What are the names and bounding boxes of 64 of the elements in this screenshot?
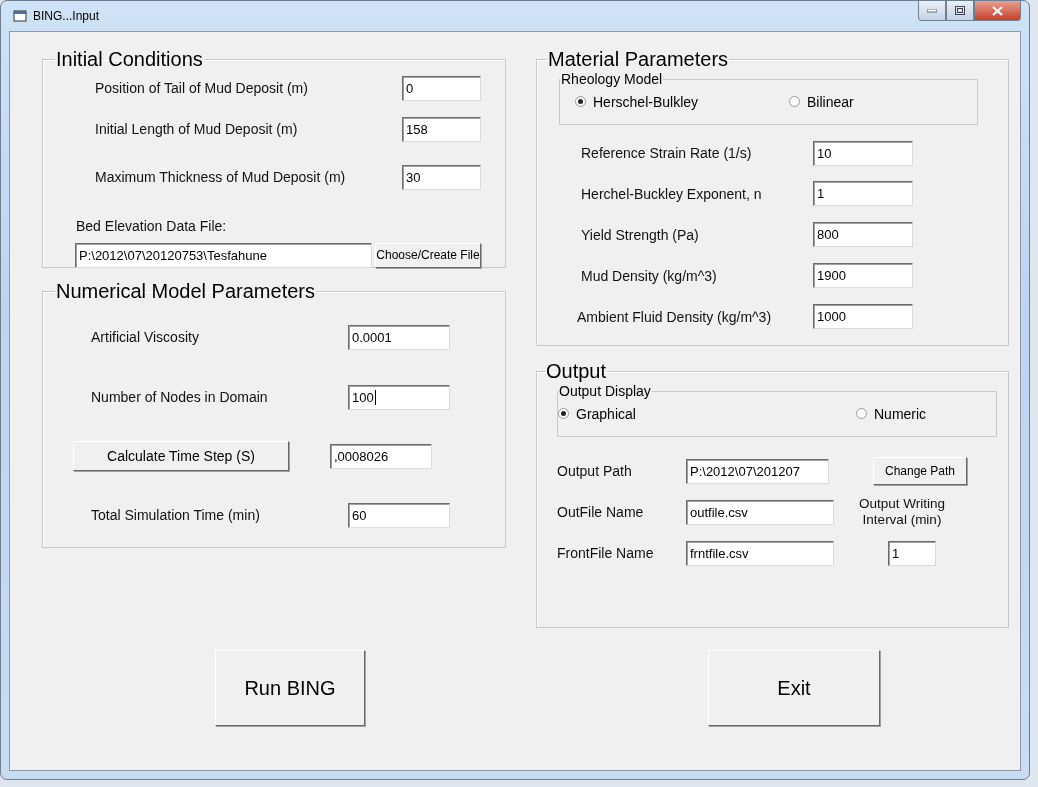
maximize-button[interactable]: [946, 1, 974, 21]
maximize-icon: [955, 6, 965, 15]
radio-label: Graphical: [576, 405, 636, 422]
field-label: Initial Length of Mud Deposit (m): [95, 121, 299, 137]
choose-file-button[interactable]: Choose/Create File: [375, 242, 481, 268]
input-field[interactable]: 100: [348, 384, 450, 410]
group-title: Material Parameters: [547, 48, 730, 71]
change-path-button[interactable]: Change Path: [873, 457, 967, 485]
field-label: OutFile Name: [557, 504, 645, 520]
field-label: Herchel-Buckley Exponent, n: [581, 185, 763, 202]
field-label: Total Simulation Time (min): [91, 507, 261, 523]
radio-option[interactable]: Numeric: [856, 401, 996, 426]
group-title: Rheology Model: [560, 71, 664, 87]
radio-option[interactable]: Graphical: [558, 401, 856, 426]
calculate-time-step-button[interactable]: Calculate Time Step (S): [73, 441, 289, 471]
run-button[interactable]: Run BING: [215, 650, 365, 726]
radio-button[interactable]: [558, 408, 569, 419]
radio-button[interactable]: [575, 96, 586, 107]
input-field[interactable]: P:\2012\07\201207: [686, 458, 829, 484]
close-icon: [992, 5, 1003, 16]
input-field[interactable]: ,0008026: [330, 443, 432, 469]
input-field[interactable]: 158: [402, 116, 481, 142]
input-field[interactable]: 30: [402, 164, 481, 190]
field-label: Maximum Thickness of Mud Deposit (m): [95, 169, 347, 185]
field-label: Reference Strain Rate (1/s): [581, 145, 753, 161]
exit-button[interactable]: Exit: [708, 650, 880, 726]
radio-button[interactable]: [789, 96, 800, 107]
radio-label: Numeric: [874, 405, 927, 422]
group-title: Output: [545, 360, 608, 383]
group-title: Output Display: [558, 383, 652, 399]
input-field[interactable]: 1: [888, 540, 936, 566]
radio-label: Herschel-Bulkley: [593, 93, 699, 110]
input-field[interactable]: 1000: [813, 304, 913, 329]
app-icon: [13, 10, 27, 22]
input-field[interactable]: 0.0001: [348, 324, 450, 350]
input-field[interactable]: 60: [348, 502, 450, 528]
radio-label: Bilinear: [807, 93, 854, 110]
radio-button[interactable]: [856, 408, 867, 419]
field-label: Yield Strength (Pa): [581, 226, 700, 243]
minimize-icon: [927, 8, 937, 13]
field-label: Position of Tail of Mud Deposit (m): [95, 80, 309, 96]
minimize-button[interactable]: [918, 1, 946, 21]
field-label: Number of Nodes in Domain: [91, 389, 269, 405]
input-field[interactable]: P:\2012\07\20120753\Tesfahune: [75, 242, 372, 268]
input-field[interactable]: frntfile.csv: [686, 540, 834, 566]
window-title: BING...Input: [33, 9, 100, 23]
field-label: Mud Density (kg/m^3): [581, 267, 718, 284]
field-label: Output Writing Interval (min): [857, 496, 946, 528]
group-title: Numerical Model Parameters: [55, 280, 316, 303]
close-button[interactable]: [974, 1, 1021, 21]
input-field[interactable]: 1900: [813, 263, 913, 288]
group-title: Initial Conditions: [55, 48, 204, 71]
field-label: Ambient Fluid Density (kg/m^3): [577, 308, 773, 325]
field-label: Output Path: [557, 463, 633, 479]
input-field[interactable]: 10: [813, 140, 913, 166]
input-field[interactable]: outfile.csv: [686, 499, 834, 525]
input-field[interactable]: 800: [813, 222, 913, 247]
input-field[interactable]: 0: [402, 75, 481, 101]
input-field[interactable]: 1: [813, 181, 913, 206]
radio-option[interactable]: Bilinear: [789, 89, 929, 114]
field-label: Artificial Viscosity: [91, 329, 200, 345]
field-label: Bed Elevation Data File:: [76, 218, 228, 234]
field-label: FrontFile Name: [557, 545, 655, 561]
radio-option[interactable]: Herschel-Bulkley: [560, 89, 789, 114]
